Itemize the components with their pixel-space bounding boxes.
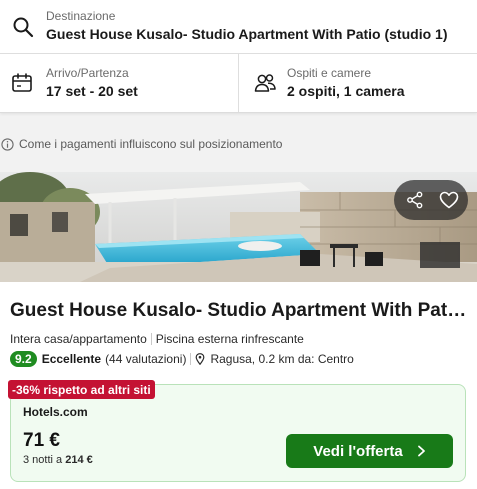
guests-value: 2 ospiti, 1 camera [287,83,405,99]
nights-summary: 3 notti a 214 € [23,454,93,466]
hotel-title[interactable]: Guest House Kusalo- Studio Apartment Wit… [10,300,468,322]
rating-row: 9.2 Eccellente (44 valutazioni) Ragusa, … [10,350,354,367]
offer-provider: Hotels.com [23,405,88,419]
share-button[interactable] [400,185,430,215]
destination-label: Destinazione [46,9,116,23]
offer-price: 71 € [23,430,60,451]
chevron-right-icon [417,445,425,457]
hotel-meta: Intera casa/appartamento Piscina esterna… [10,332,304,346]
location-pin-icon [196,352,205,365]
destination-field[interactable]: Destinazione Guest House Kusalo- Studio … [0,0,477,54]
view-offer-label: Vedi l'offerta [313,442,403,460]
location-text: Ragusa, 0.2 km da: Centro [210,351,354,366]
rating-divider [190,352,192,365]
nights-total: 214 € [65,454,93,466]
meta-divider [150,333,152,345]
search-summary-card: Destinazione Guest House Kusalo- Studio … [0,0,477,113]
ranking-info-text: Come i pagamenti influiscono sul posizio… [19,137,283,151]
dates-label: Arrivo/Partenza [46,66,129,80]
heart-icon [439,191,459,209]
search-icon [13,17,34,38]
calendar-icon [12,73,32,92]
highlight-feature: Piscina esterna rinfrescante [155,332,304,346]
discount-tag: -36% rispetto ad altri siti [8,380,155,399]
favorite-button[interactable] [434,185,464,215]
share-icon [407,191,423,209]
info-icon [1,137,14,151]
rating-word: Eccellente [41,351,102,366]
score-badge: 9.2 [10,350,37,367]
ranking-info-link[interactable]: Come i pagamenti influiscono sul posizio… [0,135,282,153]
people-icon [254,74,276,92]
view-offer-button[interactable]: Vedi l'offerta [286,434,453,468]
photo-actions-pill [394,180,468,220]
nights-prefix: 3 notti a [23,454,63,466]
destination-value: Guest House Kusalo- Studio Apartment Wit… [46,26,448,42]
guests-label: Ospiti e camere [287,66,372,80]
dates-field[interactable]: Arrivo/Partenza 17 set - 20 set [0,54,239,112]
guests-field[interactable]: Ospiti e camere 2 ospiti, 1 camera [239,54,477,112]
dates-value: 17 set - 20 set [46,83,138,99]
review-count: (44 valutazioni) [105,351,187,366]
accommodation-type: Intera casa/appartamento [10,332,147,346]
